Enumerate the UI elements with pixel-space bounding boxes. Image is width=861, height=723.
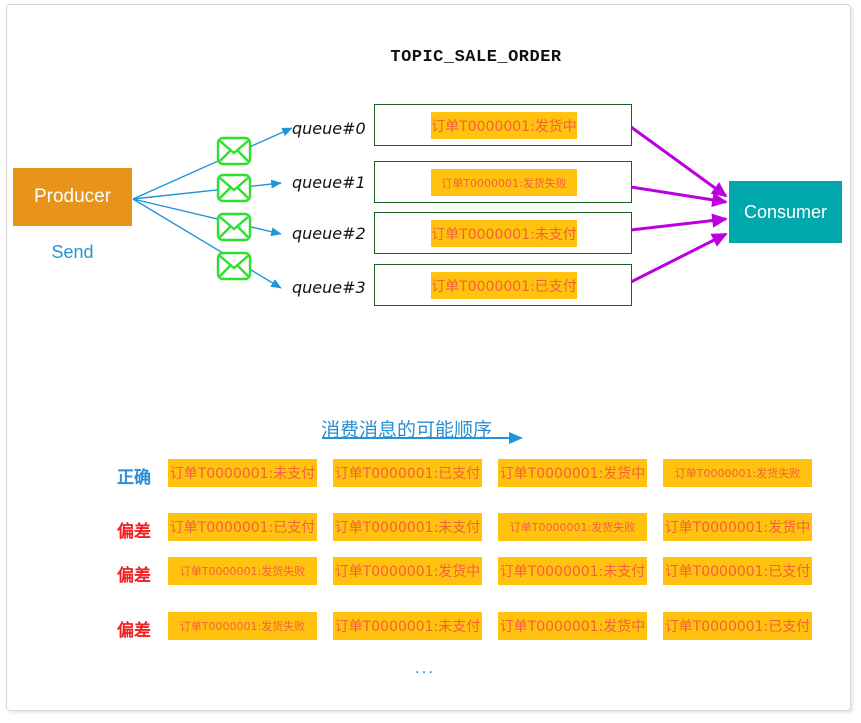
sequence-chip: 订单T0000001:发货失败 — [663, 459, 812, 487]
order-section-title: 消费消息的可能顺序 — [321, 419, 493, 441]
queue-label-3: queue#3 — [292, 278, 366, 297]
sequence-row-label-1: 偏差 — [117, 522, 151, 542]
queue-label-2: queue#2 — [292, 224, 366, 243]
sequence-chip: 订单T0000001:未支付 — [333, 513, 482, 541]
queue-row-0: 订单T0000001:发货中 — [374, 104, 632, 146]
diagram-canvas: TOPIC_SALE_ORDER Producer Send Consumer … — [0, 0, 861, 723]
producer-box[interactable]: Producer — [13, 168, 132, 226]
consumer-box[interactable]: Consumer — [729, 181, 842, 243]
sequence-row-label-3: 偏差 — [117, 621, 151, 641]
queue-message-1: 订单T0000001:发货失败 — [431, 169, 577, 196]
queue-row-1: 订单T0000001:发货失败 — [374, 161, 632, 203]
sequence-chip: 订单T0000001:未支付 — [168, 459, 317, 487]
queue-message-0: 订单T0000001:发货中 — [431, 112, 577, 139]
sequence-chip: 订单T0000001:发货中 — [498, 459, 647, 487]
sequence-chip: 订单T0000001:已支付 — [333, 459, 482, 487]
producer-send-label: Send — [51, 242, 94, 262]
queue-message-3: 订单T0000001:已支付 — [431, 272, 577, 299]
sequence-chip: 订单T0000001:发货中 — [663, 513, 812, 541]
sequence-chip: 订单T0000001:发货失败 — [498, 513, 647, 541]
queue-row-3: 订单T0000001:已支付 — [374, 264, 632, 306]
sequence-row-label-2: 偏差 — [117, 566, 151, 586]
sequence-ellipsis: ... — [414, 658, 436, 677]
queue-label-1: queue#1 — [292, 173, 366, 192]
sequence-chip: 订单T0000001:发货失败 — [168, 557, 317, 585]
sequence-chip: 订单T0000001:发货中 — [498, 612, 647, 640]
sequence-chip: 订单T0000001:已支付 — [663, 557, 812, 585]
queue-row-2: 订单T0000001:未支付 — [374, 212, 632, 254]
sequence-chip: 订单T0000001:未支付 — [333, 612, 482, 640]
sequence-chip: 订单T0000001:发货中 — [333, 557, 482, 585]
queue-message-2: 订单T0000001:未支付 — [431, 220, 577, 247]
sequence-chip: 订单T0000001:未支付 — [498, 557, 647, 585]
sequence-row-label-0: 正确 — [117, 468, 151, 488]
queue-label-0: queue#0 — [292, 119, 366, 138]
topic-title: TOPIC_SALE_ORDER — [390, 48, 562, 67]
sequence-chip: 订单T0000001:已支付 — [168, 513, 317, 541]
sequence-chip: 订单T0000001:已支付 — [663, 612, 812, 640]
sequence-chip: 订单T0000001:发货失败 — [168, 612, 317, 640]
